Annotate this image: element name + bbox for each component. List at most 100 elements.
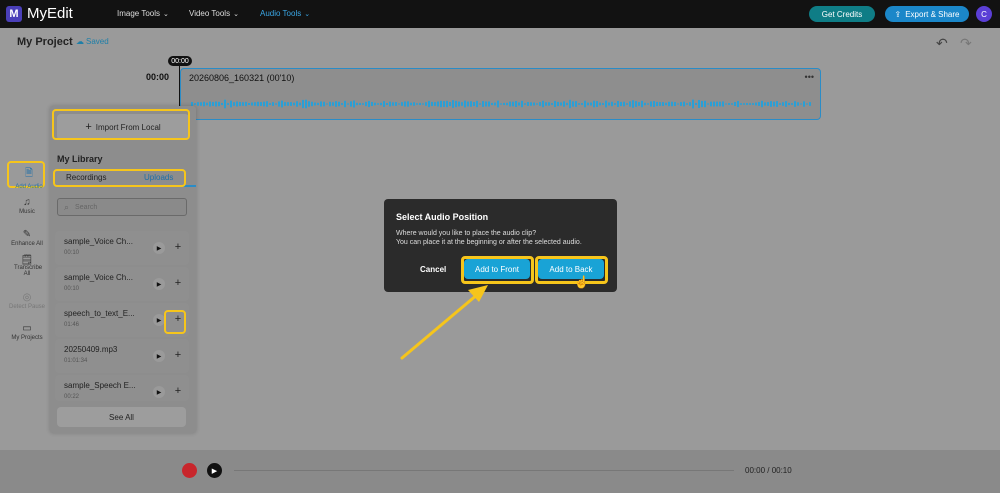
nav-video-tools[interactable]: Video Tools ⌄: [189, 9, 239, 18]
waveform-bar: [509, 101, 511, 107]
waveform-bar: [635, 101, 637, 107]
waveform-bar: [515, 101, 517, 107]
add-icon[interactable]: +: [170, 347, 186, 363]
waveform-bar: [593, 100, 595, 108]
sidebar-label: My Projects: [11, 335, 43, 341]
waveform-bar: [761, 100, 763, 108]
waveform-bar: [215, 101, 217, 107]
playhead-time[interactable]: 00:00: [168, 56, 192, 66]
waveform-bar: [779, 103, 781, 105]
export-share-button[interactable]: ⇪ Export & Share: [885, 6, 969, 22]
waveform-bar: [551, 103, 553, 105]
waveform-bar: [479, 103, 481, 105]
waveform-bar: [239, 101, 241, 107]
waveform-bar: [254, 102, 256, 106]
waveform-bar: [599, 102, 601, 106]
avatar[interactable]: C: [976, 6, 992, 22]
add-icon[interactable]: +: [170, 383, 186, 399]
waveform-bar: [689, 102, 691, 106]
item-name: sample_Speech E...: [64, 381, 136, 390]
waveform-bar: [662, 102, 664, 106]
cursor-hand-icon: ☝: [574, 275, 589, 289]
waveform-bar: [767, 102, 769, 106]
get-credits-button[interactable]: Get Credits: [809, 6, 875, 22]
waveform-bar: [197, 102, 199, 106]
waveform-bar: [683, 101, 685, 107]
waveform-bar: [314, 102, 316, 106]
play-icon[interactable]: ▶: [153, 242, 165, 254]
add-icon[interactable]: +: [170, 275, 186, 291]
undo-icon[interactable]: ↶: [936, 35, 948, 52]
more-options-icon[interactable]: •••: [805, 72, 814, 82]
nav-audio-tools[interactable]: Audio Tools ⌄: [260, 9, 310, 18]
waveform-bar: [590, 102, 592, 106]
chevron-down-icon: ⌄: [163, 11, 169, 18]
waveform-bar: [785, 101, 787, 107]
play-icon[interactable]: ▶: [153, 278, 165, 290]
sidebar-label: Add Audio: [15, 184, 43, 190]
waveform-bar: [269, 103, 271, 105]
waveform-bar: [248, 103, 250, 105]
player-bar: ▶ 00:00 / 00:10: [0, 450, 1000, 493]
sidebar-item-my-projects[interactable]: ▭ My Projects: [6, 323, 48, 341]
nav-label: Video Tools: [189, 9, 231, 18]
waveform-bar: [608, 102, 610, 106]
waveform-bar: [377, 103, 379, 105]
waveform-bar: [431, 101, 433, 107]
item-duration: 00:10: [64, 250, 80, 256]
sidebar-item-enhance-all[interactable]: ✎ Enhance All: [6, 229, 48, 247]
library-title: My Library: [57, 154, 103, 164]
waveform-bar: [311, 101, 313, 107]
highlight-tabs: [53, 169, 186, 187]
sidebar-item-add-audio[interactable]: 🗎 Add Audio: [8, 166, 50, 190]
waveform-bar: [206, 102, 208, 106]
waveform-bar: [353, 100, 355, 108]
list-item[interactable]: sample_Voice Ch... 00:10 ▶ +: [55, 231, 189, 265]
item-duration: 01:46: [64, 322, 80, 328]
waveform-bar: [422, 103, 424, 105]
waveform-bar: [209, 101, 211, 107]
waveform-bar: [788, 102, 790, 106]
brand-name[interactable]: MyEdit: [27, 5, 73, 22]
record-button[interactable]: [182, 463, 197, 478]
cloud-icon: ☁: [76, 37, 84, 46]
play-icon[interactable]: ▶: [153, 350, 165, 362]
waveform-bar: [533, 102, 535, 106]
waveform-bar: [791, 103, 793, 105]
sidebar-label: Music: [19, 209, 35, 215]
list-item[interactable]: sample_Speech E... 00:22 ▶ +: [55, 375, 189, 401]
waveform-bar: [284, 102, 286, 106]
waveform-bar: [644, 102, 646, 106]
item-name: sample_Voice Ch...: [64, 273, 133, 282]
myedit-logo-icon[interactable]: M: [6, 6, 22, 22]
play-icon[interactable]: ▶: [153, 386, 165, 398]
waveform-bar: [482, 101, 484, 107]
list-item[interactable]: 20250409.mp3 01:01:34 ▶ +: [55, 339, 189, 373]
project-title[interactable]: My Project: [17, 36, 73, 48]
search-input[interactable]: ⌕ Search: [57, 198, 187, 216]
sidebar-item-music[interactable]: ♫ Music: [6, 197, 48, 215]
add-icon[interactable]: +: [170, 239, 186, 255]
audio-clip[interactable]: 20260806_160321 (00'10) •••: [180, 68, 821, 120]
clip-title: 20260806_160321 (00'10): [189, 73, 295, 83]
waveform-bar: [797, 102, 799, 106]
waveform-bar: [335, 101, 337, 107]
waveform-bar: [200, 102, 202, 106]
sidebar-item-transcribe-all[interactable]: 🗒 Transcribe All: [6, 256, 48, 278]
redo-icon[interactable]: ↷: [960, 35, 972, 52]
waveform-bar: [392, 102, 394, 106]
list-item[interactable]: sample_Voice Ch... 00:10 ▶ +: [55, 267, 189, 301]
dialog-line: Where would you like to place the audio …: [396, 230, 537, 237]
waveform-bar: [707, 103, 709, 105]
progress-track[interactable]: [234, 470, 734, 471]
cancel-button[interactable]: Cancel: [420, 265, 446, 274]
item-duration: 00:22: [64, 394, 80, 400]
see-all-button[interactable]: See All: [57, 407, 186, 427]
waveform-bar: [407, 101, 409, 107]
waveform-bar: [257, 101, 259, 107]
waveform-bar: [464, 100, 466, 108]
nav-image-tools[interactable]: Image Tools ⌄: [117, 9, 169, 18]
sidebar-item-detect-pause[interactable]: ◎ Detect Pause: [6, 292, 48, 310]
play-button[interactable]: ▶: [207, 463, 222, 478]
waveform-bar: [626, 103, 628, 105]
